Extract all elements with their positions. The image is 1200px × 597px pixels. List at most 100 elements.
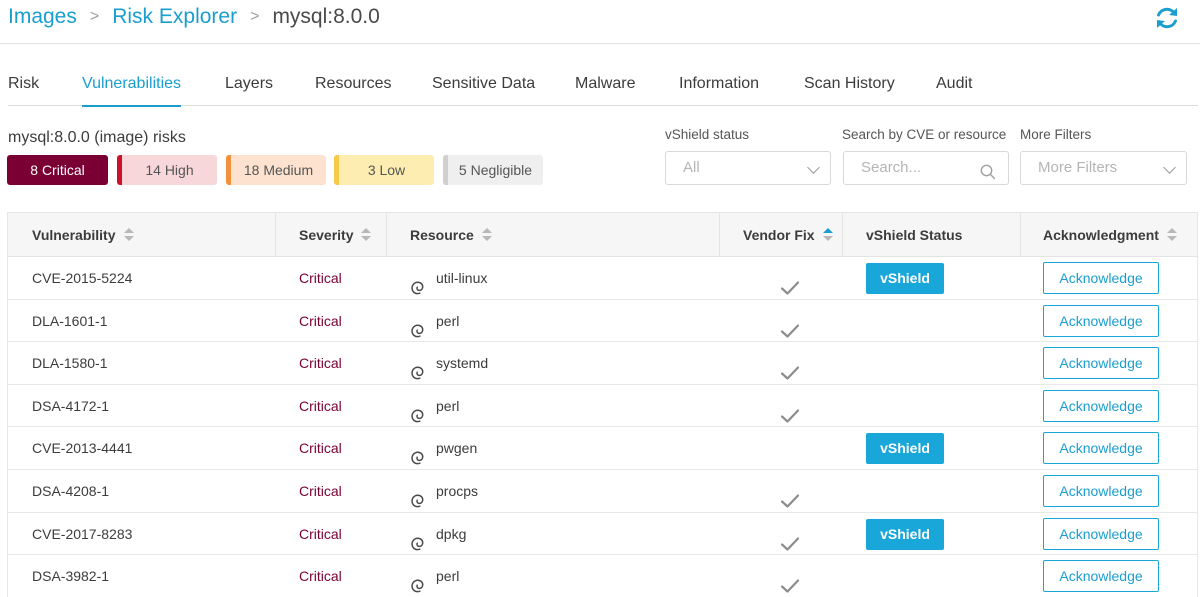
severity-text: Critical <box>299 397 342 414</box>
search-icon <box>980 160 996 180</box>
column-divider <box>842 213 843 257</box>
column-divider <box>275 213 276 257</box>
high-count-badge[interactable]: 14 High <box>117 155 217 185</box>
tab-layers[interactable]: Layers <box>225 66 273 106</box>
vulnerability-id[interactable]: CVE-2013-4441 <box>32 427 132 469</box>
resource-name: perl <box>436 568 460 585</box>
checkmark-icon <box>780 270 800 295</box>
low-count-badge[interactable]: 3 Low <box>334 155 434 185</box>
debian-swirl-icon <box>410 313 425 337</box>
header-vulnerability[interactable]: Vulnerability <box>32 213 134 257</box>
table-header: Vulnerability Severity Resource Vendor F… <box>8 213 1197 257</box>
vshield-status-value: All <box>683 159 700 176</box>
tab-audit[interactable]: Audit <box>936 66 972 106</box>
sort-icon[interactable] <box>481 228 492 242</box>
checkmark-icon <box>780 568 800 593</box>
more-filters-select[interactable]: More Filters <box>1020 151 1187 185</box>
debian-swirl-icon <box>410 270 425 295</box>
debian-swirl-icon <box>410 355 425 380</box>
acknowledge-button[interactable]: Acknowledge <box>1043 517 1159 550</box>
debian-swirl-icon <box>410 568 425 593</box>
vshield-button[interactable]: vShield <box>866 263 944 294</box>
search-input[interactable]: Search... <box>843 151 1009 185</box>
acknowledge-button[interactable]: Acknowledge <box>1043 432 1159 465</box>
acknowledge-button[interactable]: Acknowledge <box>1043 262 1159 294</box>
vshield-button[interactable]: vShield <box>866 433 944 465</box>
vulnerability-id[interactable]: DLA-1580-1 <box>32 342 108 384</box>
vulnerability-id[interactable]: CVE-2017-8283 <box>32 513 132 555</box>
critical-count-badge[interactable]: 8 Critical <box>7 155 108 185</box>
breadcrumb-separator: > <box>250 8 260 25</box>
acknowledge-button[interactable]: Acknowledge <box>1043 560 1159 593</box>
severity-text: Critical <box>299 482 342 499</box>
table-row: DSA-4172-1 Critical perl Acknowledge <box>8 385 1197 428</box>
vulnerability-id[interactable]: DSA-4172-1 <box>32 385 109 427</box>
header-severity[interactable]: Severity <box>299 213 372 257</box>
header-acknowledgment[interactable]: Acknowledgment <box>1043 213 1177 257</box>
debian-swirl-icon <box>410 440 425 465</box>
resource-cell: dpkg <box>410 513 466 555</box>
debian-swirl-icon <box>410 483 425 508</box>
resource-cell: perl <box>410 300 459 342</box>
tab-resources[interactable]: Resources <box>315 66 391 106</box>
medium-count-badge[interactable]: 18 Medium <box>226 155 326 185</box>
checkmark-icon <box>780 526 800 551</box>
tab-sensitive-data[interactable]: Sensitive Data <box>432 66 535 106</box>
acknowledge-button[interactable]: Acknowledge <box>1043 347 1159 380</box>
vulnerability-id[interactable]: DSA-3982-1 <box>32 555 109 597</box>
refresh-icon[interactable] <box>1152 3 1182 33</box>
resource-name: systemd <box>436 355 489 372</box>
negligible-count-badge[interactable]: 5 Negligible <box>443 155 543 185</box>
vulnerability-id[interactable]: DSA-4208-1 <box>32 470 109 512</box>
header-acknowledgment-label: Acknowledgment <box>1043 227 1159 243</box>
breadcrumb: Images > Risk Explorer > mysql:8.0.0 <box>8 2 380 32</box>
chevron-down-icon <box>807 161 820 174</box>
tab-risk[interactable]: Risk <box>8 66 39 106</box>
header-divider <box>0 43 1200 44</box>
header-vshield-status: vShield Status <box>866 227 963 243</box>
vshield-button[interactable]: vShield <box>866 518 944 550</box>
vulnerability-id[interactable]: CVE-2015-5224 <box>32 257 132 299</box>
table-row: CVE-2017-8283 Critical dpkg vShield Acknowle… <box>8 513 1197 556</box>
resource-name: util-linux <box>436 270 488 286</box>
checkmark-icon <box>780 355 800 380</box>
sort-icon[interactable] <box>123 228 134 242</box>
table-row: DLA-1601-1 Critical perl Acknowledge <box>8 300 1197 343</box>
tab-malware[interactable]: Malware <box>575 66 635 106</box>
sort-icon[interactable] <box>361 228 372 242</box>
vulnerabilities-table: Vulnerability Severity Resource Vendor F… <box>7 212 1198 597</box>
more-filters-value: More Filters <box>1038 159 1118 176</box>
vshield-status-label: vShield status <box>665 127 750 142</box>
breadcrumb-current: mysql:8.0.0 <box>272 5 380 28</box>
breadcrumb-images-link[interactable]: Images <box>8 5 77 29</box>
search-placeholder: Search... <box>861 159 922 176</box>
sort-asc-icon[interactable] <box>822 228 833 242</box>
more-filters-label: More Filters <box>1020 127 1092 142</box>
tab-scan-history[interactable]: Scan History <box>804 66 895 106</box>
tab-information[interactable]: Information <box>679 66 759 106</box>
resource-cell: systemd <box>410 342 488 384</box>
resource-name: perl <box>436 397 460 414</box>
resource-name: procps <box>436 482 479 499</box>
header-resource[interactable]: Resource <box>410 213 492 257</box>
acknowledge-button[interactable]: Acknowledge <box>1043 304 1159 337</box>
resource-name: pwgen <box>436 440 478 457</box>
header-vendor-fix[interactable]: Vendor Fix <box>743 213 833 257</box>
acknowledge-button[interactable]: Acknowledge <box>1043 389 1159 422</box>
table-row: DSA-4208-1 Critical procps Acknowledge <box>8 470 1197 513</box>
column-divider <box>1020 213 1021 257</box>
vulnerability-id[interactable]: DLA-1601-1 <box>32 300 108 342</box>
resource-cell: procps <box>410 470 478 512</box>
sort-icon[interactable] <box>1166 228 1177 242</box>
vshield-status-select[interactable]: All <box>665 151 831 185</box>
breadcrumb-risk-explorer-link[interactable]: Risk Explorer <box>112 5 237 29</box>
table-row: CVE-2013-4441 Critical pwgen vShield Acknowl… <box>8 427 1197 470</box>
checkmark-icon <box>780 398 800 423</box>
column-divider <box>386 213 387 257</box>
debian-swirl-icon <box>410 526 425 550</box>
tab-vulnerabilities[interactable]: Vulnerabilities <box>82 66 182 107</box>
severity-text: Critical <box>299 270 342 286</box>
chevron-down-icon <box>1163 161 1176 174</box>
debian-swirl-icon <box>410 398 425 423</box>
acknowledge-button[interactable]: Acknowledge <box>1043 474 1159 507</box>
